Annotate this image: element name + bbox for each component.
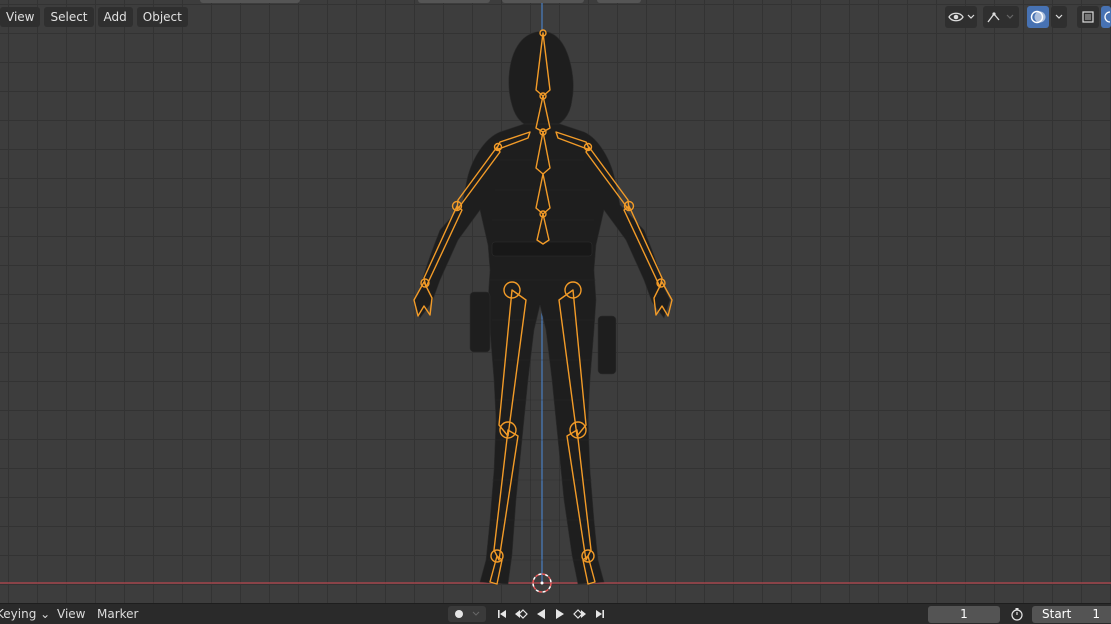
play-icon [556,609,564,619]
start-frame-label: Start [1042,607,1072,621]
timeline-marker-menu[interactable]: Marker [97,607,138,621]
auto-keying-toggle[interactable] [448,606,486,622]
view-menu[interactable]: View [0,7,41,27]
keying-dropdown[interactable]: Keying ⌄ [0,607,50,621]
xray-toggle[interactable] [1077,6,1099,28]
xray-icon [1082,11,1094,23]
shading-icon [1104,11,1110,23]
jump-start-button[interactable] [494,606,510,622]
shading-mode-button[interactable] [1101,6,1111,28]
overlay-dropdown[interactable] [1051,6,1067,28]
viewport-header-menu: View Select Add Object [0,7,188,27]
header-strip [418,0,490,3]
stopwatch-icon[interactable] [1008,606,1026,622]
viewport-tools [945,6,1111,28]
start-frame-value: 1 [1092,607,1100,621]
prev-keyframe-button[interactable] [512,606,530,622]
header-strip [200,0,300,3]
start-frame-field[interactable]: Start 1 [1032,606,1111,623]
next-keyframe-icon [573,609,586,619]
jump-end-icon [596,610,604,618]
add-menu[interactable]: Add [97,7,133,27]
play-reverse-button[interactable] [533,606,549,622]
3d-viewport[interactable]: View Select Add Object [0,0,1111,604]
chevron-down-icon [1055,14,1063,19]
header-strip [597,0,641,3]
prev-keyframe-icon [515,609,528,619]
record-icon [455,610,480,618]
timeline-view-menu[interactable]: View [57,607,85,621]
play-reverse-icon [537,609,545,619]
eye-icon [948,12,975,22]
overlay-toggle[interactable] [1027,6,1049,28]
next-keyframe-button[interactable] [571,606,589,622]
select-menu[interactable]: Select [44,7,94,27]
header-strip [502,0,584,3]
object-menu[interactable]: Object [136,7,188,27]
jump-end-button[interactable] [592,606,608,622]
overlay-icon [1030,10,1046,24]
current-frame-field[interactable]: 1 [928,606,1000,623]
gizmo-dropdown[interactable] [983,6,1019,28]
gizmo-icon [987,12,1014,23]
jump-start-icon [498,610,506,618]
timeline-header: Keying ⌄ View Marker 1 Start 1 [0,603,1111,624]
visibility-dropdown[interactable] [945,6,977,28]
scene-canvas[interactable] [0,0,1111,604]
play-button[interactable] [552,606,568,622]
